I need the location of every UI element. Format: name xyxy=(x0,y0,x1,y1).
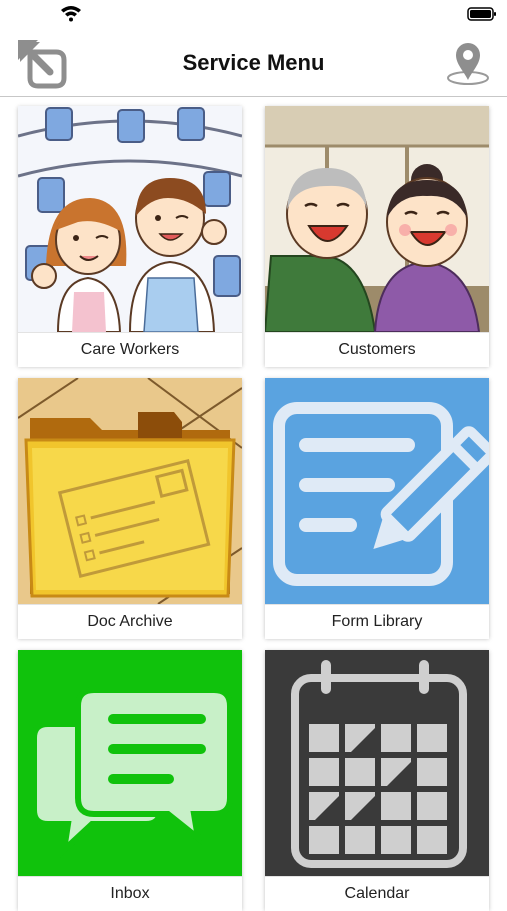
menu-tile-customers[interactable]: Customers xyxy=(265,106,489,367)
menu-label: Inbox xyxy=(18,876,242,911)
map-pin-icon[interactable] xyxy=(445,40,491,86)
customers-illustration xyxy=(265,106,489,332)
chat-bubbles-icon xyxy=(18,650,242,876)
calendar-icon xyxy=(265,650,489,876)
page-title: Service Menu xyxy=(182,50,325,75)
menu-label: Doc Archive xyxy=(18,604,242,639)
wifi-icon xyxy=(61,6,81,22)
navigation-bar: Service Menu xyxy=(0,28,507,97)
menu-tile-doc-archive[interactable]: Doc Archive xyxy=(18,378,242,639)
folder-icon xyxy=(18,378,242,604)
menu-tile-inbox[interactable]: Inbox xyxy=(18,650,242,911)
menu-tile-care-workers[interactable]: Care Workers xyxy=(18,106,242,367)
battery-icon xyxy=(467,7,496,21)
menu-label: Form Library xyxy=(265,604,489,639)
care-workers-illustration xyxy=(18,106,242,332)
menu-label: Calendar xyxy=(265,876,489,911)
menu-tile-calendar[interactable]: Calendar xyxy=(265,650,489,911)
menu-tile-form-library[interactable]: Form Library xyxy=(265,378,489,639)
menu-label: Care Workers xyxy=(18,332,242,367)
status-bar xyxy=(0,0,507,28)
menu-label: Customers xyxy=(265,332,489,367)
form-edit-icon xyxy=(265,378,489,604)
